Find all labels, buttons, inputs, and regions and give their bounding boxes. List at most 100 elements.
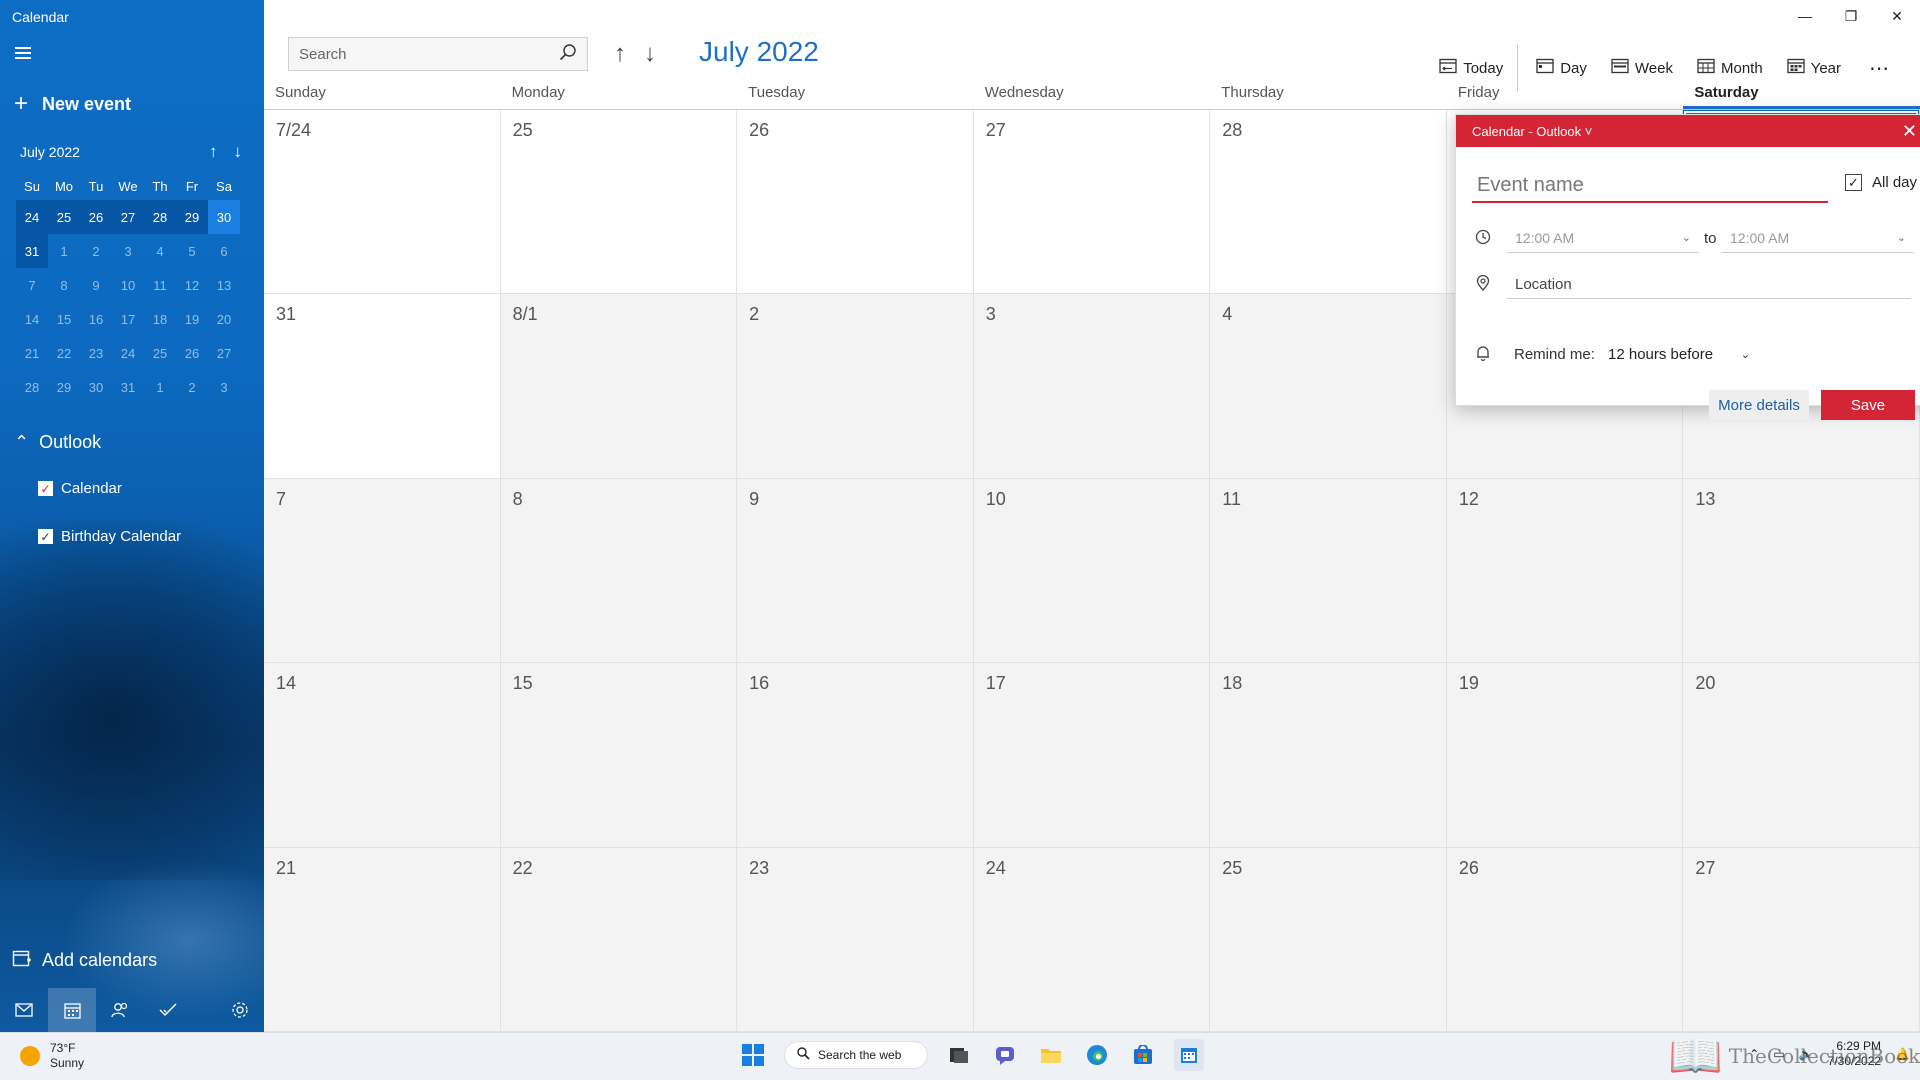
day-cell[interactable]: 8 [500, 478, 738, 664]
mini-day-cell[interactable]: 29 [176, 200, 208, 234]
calendar-item-birthday[interactable]: ✓ Birthday Calendar [38, 528, 181, 545]
mini-day-cell[interactable]: 13 [208, 268, 240, 302]
day-cell[interactable]: 27 [1683, 847, 1920, 1032]
week-view-button[interactable]: Week [1611, 58, 1673, 78]
mini-prev-month-icon[interactable]: ↑ [209, 142, 218, 162]
day-cell[interactable]: 28 [1210, 110, 1447, 295]
day-cell[interactable]: 25 [1210, 847, 1447, 1032]
day-cell[interactable]: 10 [973, 478, 1211, 664]
todo-icon[interactable] [144, 988, 192, 1032]
day-cell[interactable]: 12 [1446, 478, 1684, 664]
minimize-icon[interactable]: — [1782, 0, 1828, 32]
day-cell[interactable]: 11 [1210, 478, 1447, 664]
calendar-icon[interactable] [48, 988, 96, 1032]
mini-day-cell[interactable]: 2 [80, 234, 112, 268]
edge-browser-icon[interactable] [1082, 1039, 1112, 1071]
day-cell[interactable]: 24 [973, 847, 1211, 1032]
today-button[interactable]: Today [1439, 58, 1503, 78]
outlook-account-toggle[interactable]: ⌃ Outlook [14, 432, 101, 453]
mini-day-cell[interactable]: 27 [112, 200, 144, 234]
mini-day-cell[interactable]: 3 [208, 370, 240, 404]
add-calendars-button[interactable]: Add calendars [12, 948, 157, 973]
mini-day-cell[interactable]: 21 [16, 336, 48, 370]
calendar-item-calendar[interactable]: ✓ Calendar [38, 480, 122, 497]
people-icon[interactable] [96, 988, 144, 1032]
more-options-icon[interactable]: ⋯ [1869, 56, 1890, 81]
mini-day-cell[interactable]: 14 [16, 302, 48, 336]
mini-day-cell[interactable]: 7 [16, 268, 48, 302]
mini-day-cell[interactable]: 30 [208, 200, 240, 234]
mini-day-cell[interactable]: 18 [144, 302, 176, 336]
mini-day-cell[interactable]: 30 [80, 370, 112, 404]
task-view-icon[interactable] [944, 1039, 974, 1071]
all-day-checkbox[interactable]: ✓ All day [1845, 174, 1917, 191]
day-cell[interactable]: 15 [500, 663, 738, 848]
mini-day-cell[interactable]: 25 [144, 336, 176, 370]
day-cell[interactable]: 3 [973, 294, 1211, 479]
calendar-app-icon[interactable] [1174, 1039, 1204, 1071]
day-cell[interactable]: 31 [264, 294, 501, 479]
gear-icon[interactable] [216, 988, 264, 1032]
mini-day-cell[interactable]: 10 [112, 268, 144, 302]
end-time-select[interactable]: 12:00 AM ⌄ [1722, 223, 1914, 253]
calendar-checkbox[interactable]: ✓ [38, 481, 53, 496]
mini-day-cell[interactable]: 23 [80, 336, 112, 370]
event-name-input[interactable] [1472, 169, 1828, 203]
day-cell[interactable]: 22 [500, 847, 738, 1032]
day-cell[interactable]: 13 [1683, 478, 1920, 664]
close-icon[interactable]: ✕ [1902, 121, 1917, 142]
mini-day-cell[interactable]: 6 [208, 234, 240, 268]
day-cell[interactable]: 18 [1210, 663, 1447, 848]
mini-day-cell[interactable]: 31 [16, 234, 48, 268]
next-month-icon[interactable]: ↓ [644, 40, 656, 68]
location-input[interactable] [1507, 271, 1911, 299]
day-cell[interactable]: 2 [737, 294, 974, 479]
previous-month-icon[interactable]: ↑ [614, 40, 626, 68]
day-cell[interactable]: 26 [737, 110, 974, 295]
search-box[interactable] [288, 37, 588, 71]
day-cell[interactable]: 20 [1683, 663, 1920, 848]
mini-day-cell[interactable]: 5 [176, 234, 208, 268]
mini-day-cell[interactable]: 11 [144, 268, 176, 302]
day-cell[interactable]: 19 [1446, 663, 1684, 848]
day-cell[interactable]: 7 [264, 478, 501, 664]
mini-day-cell[interactable]: 15 [48, 302, 80, 336]
mini-day-cell[interactable]: 26 [176, 336, 208, 370]
mini-day-cell[interactable]: 2 [176, 370, 208, 404]
day-cell[interactable]: 14 [264, 663, 501, 848]
day-cell[interactable]: 21 [264, 847, 501, 1032]
day-cell[interactable]: 23 [737, 847, 974, 1032]
reminder-select[interactable]: 12 hours before ⌄ [1604, 342, 1754, 366]
day-cell[interactable]: 8/1 [500, 294, 738, 479]
taskbar-search[interactable]: Search the web [784, 1041, 928, 1069]
file-explorer-icon[interactable] [1036, 1039, 1066, 1071]
mini-day-cell[interactable]: 1 [144, 370, 176, 404]
mini-day-cell[interactable]: 20 [208, 302, 240, 336]
save-button[interactable]: Save [1821, 390, 1915, 420]
weather-widget[interactable]: 73°F Sunny [20, 1041, 84, 1071]
hamburger-menu-icon[interactable] [15, 47, 31, 59]
day-cell[interactable]: 25 [500, 110, 738, 295]
close-window-icon[interactable]: ✕ [1874, 0, 1920, 32]
mini-day-cell[interactable]: 25 [48, 200, 80, 234]
start-time-select[interactable]: 12:00 AM ⌄ [1507, 223, 1699, 253]
mini-calendar-title[interactable]: July 2022 [20, 144, 80, 160]
month-title[interactable]: July 2022 [699, 36, 819, 68]
day-cell[interactable]: 17 [973, 663, 1211, 848]
mini-day-cell[interactable]: 24 [112, 336, 144, 370]
mini-day-cell[interactable]: 28 [16, 370, 48, 404]
new-event-button[interactable]: + New event [14, 92, 131, 116]
mini-day-cell[interactable]: 19 [176, 302, 208, 336]
teams-chat-icon[interactable] [990, 1039, 1020, 1071]
mini-day-cell[interactable]: 26 [80, 200, 112, 234]
store-icon[interactable] [1128, 1039, 1158, 1071]
calendar-selector[interactable]: Calendar - Outlook ˅ [1472, 124, 1592, 139]
more-details-button[interactable]: More details [1709, 390, 1809, 420]
search-input[interactable] [299, 45, 559, 63]
mini-day-cell[interactable]: 22 [48, 336, 80, 370]
restore-icon[interactable]: ❐ [1828, 0, 1874, 32]
search-icon[interactable] [559, 43, 577, 66]
mini-day-cell[interactable]: 4 [144, 234, 176, 268]
day-cell[interactable]: 7/24 [264, 110, 501, 295]
day-cell[interactable]: 9 [737, 478, 974, 664]
